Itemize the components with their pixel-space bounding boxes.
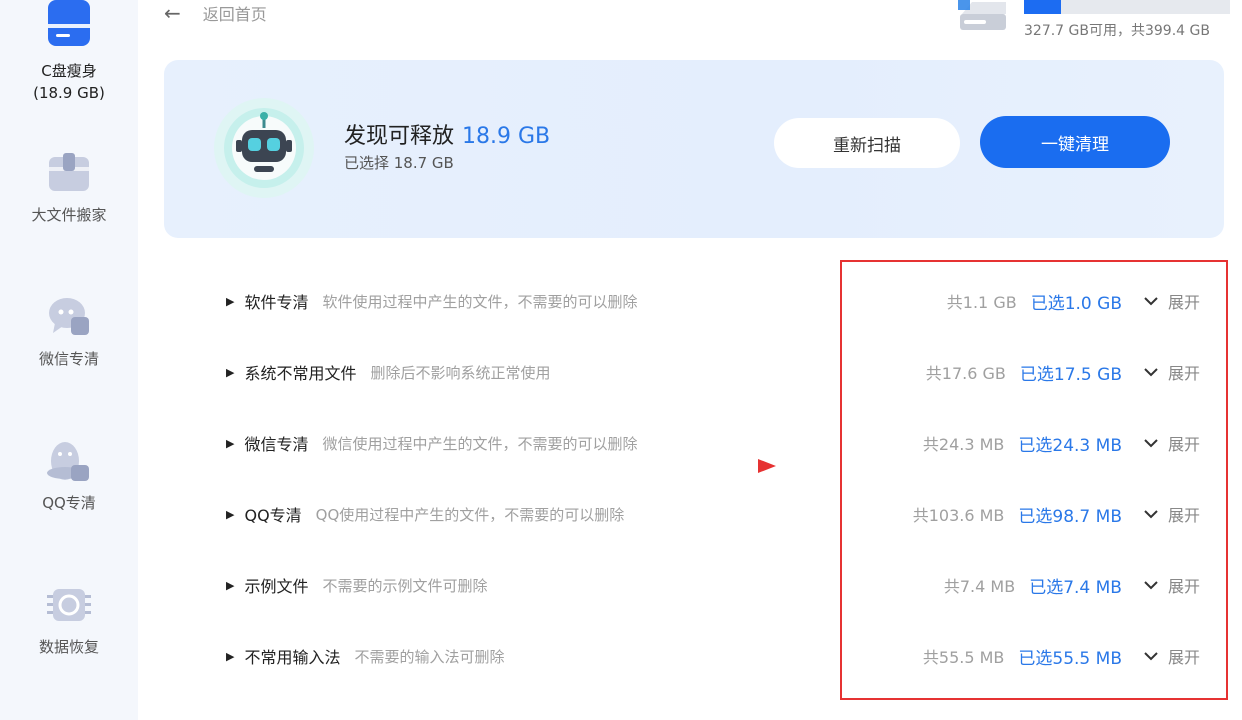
expand-triangle-icon: ▶ [226,649,235,663]
chat-icon [46,294,92,340]
expand-triangle-icon: ▶ [226,294,235,308]
category-selected-size[interactable]: 已选24.3 MB [1018,431,1122,456]
expand-button[interactable]: 展开 [1144,431,1200,455]
category-selected-size[interactable]: 已选98.7 MB [1018,502,1122,527]
category-selected-size[interactable]: 已选1.0 GB [1031,289,1122,314]
sidebar-item-label: 大文件搬家 [31,206,107,224]
penguin-icon [46,438,92,484]
category-total-size: 共7.4 MB [943,577,1016,596]
disk-usage-fill [1024,0,1062,14]
category-row: ▶ 软件专清 软件使用过程中产生的文件，不需要的可以删除 共1.1 GB 已选1.0 G… [226,286,1216,316]
expand-triangle-icon: ▶ [226,578,235,592]
selected-size: 已选择 18.7 GB [344,154,454,172]
category-selected-size[interactable]: 已选7.4 MB [1029,573,1122,598]
sidebar-item-label: 微信专清 [38,350,99,368]
hard-drive-icon [958,0,1010,34]
category-name: 不常用输入法 [244,648,341,667]
sidebar-item-label: C盘瘦身 (18.9 GB) [33,62,105,102]
category-total-size: 共1.1 GB [946,293,1017,312]
category-row: ▶ 微信专清 微信使用过程中产生的文件，不需要的可以删除 共24.3 MB 已选24.3… [226,428,1216,458]
chevron-down-icon [1144,368,1158,377]
expand-label: 展开 [1167,506,1200,525]
chevron-down-icon [1144,297,1158,306]
disk-usage-bar [1024,0,1230,14]
category-description: 删除后不影响系统正常使用 [370,363,551,382]
chip-icon [46,582,92,628]
scan-result-banner: 发现可释放 18.9 GB 已选择 18.7 GB 重新扫描 一键清理 [164,60,1224,238]
category-description: QQ使用过程中产生的文件，不需要的可以删除 [315,505,625,524]
category-toggle[interactable]: ▶ QQ专清 QQ使用过程中产生的文件，不需要的可以删除 [226,499,624,529]
back-arrow-icon: ← [164,1,181,25]
expand-label: 展开 [1167,435,1200,454]
category-toggle[interactable]: ▶ 微信专清 微信使用过程中产生的文件，不需要的可以删除 [226,428,638,458]
chevron-down-icon [1144,581,1158,590]
chevron-down-icon [1144,510,1158,519]
drive-icon [46,0,92,46]
box-icon [46,150,92,196]
category-row: ▶ 示例文件 不需要的示例文件可删除 共7.4 MB 已选7.4 MB 展开 [226,570,1216,600]
category-selected-size[interactable]: 已选17.5 GB [1020,360,1122,385]
sidebar-item-wechat-clean[interactable]: 微信专清 [0,294,138,370]
category-total-size: 共17.6 GB [925,364,1006,383]
expand-label: 展开 [1167,577,1200,596]
disk-usage: 327.7 GB可用，共399.4 GB [958,0,1232,40]
category-toggle[interactable]: ▶ 示例文件 不需要的示例文件可删除 [226,570,488,600]
expand-triangle-icon: ▶ [226,436,235,450]
expand-label: 展开 [1167,293,1200,312]
category-row: ▶ 系统不常用文件 删除后不影响系统正常使用 共17.6 GB 已选17.5 GB 展开 [226,357,1216,387]
expand-triangle-icon: ▶ [226,365,235,379]
category-total-size: 共103.6 MB [912,506,1005,525]
banner-title-prefix: 发现可释放 [344,124,455,149]
back-to-home-link[interactable]: ← 返回首页 [164,0,267,26]
sidebar-item-label: QQ专清 [42,494,96,512]
expand-button[interactable]: 展开 [1144,502,1200,526]
category-description: 不需要的示例文件可删除 [322,576,488,595]
category-total-size: 共24.3 MB [922,435,1005,454]
sidebar-item-large-file-move[interactable]: 大文件搬家 [0,150,138,226]
chevron-down-icon [1144,652,1158,661]
back-label: 返回首页 [202,5,267,24]
expand-label: 展开 [1167,364,1200,383]
chevron-down-icon [1144,439,1158,448]
releasable-size: 18.9 GB [462,124,551,149]
category-name: 微信专清 [244,435,309,454]
category-row: ▶ 不常用输入法 不需要的输入法可删除 共55.5 MB 已选55.5 MB 展开 [226,641,1216,671]
category-name: 示例文件 [244,577,309,596]
expand-button[interactable]: 展开 [1144,573,1200,597]
category-description: 不需要的输入法可删除 [354,647,505,666]
category-name: 软件专清 [244,293,309,312]
annotation-arrow-icon [188,459,776,473]
expand-button[interactable]: 展开 [1144,360,1200,384]
expand-button[interactable]: 展开 [1144,289,1200,313]
category-description: 微信使用过程中产生的文件，不需要的可以删除 [322,434,638,453]
sidebar-item-label: 数据恢复 [38,638,99,656]
sidebar-item-c-drive-slim[interactable]: C盘瘦身 (18.9 GB) [0,0,138,104]
expand-triangle-icon: ▶ [226,507,235,521]
expand-label: 展开 [1167,648,1200,667]
robot-icon [212,96,316,200]
expand-button[interactable]: 展开 [1144,644,1200,668]
category-description: 软件使用过程中产生的文件，不需要的可以删除 [322,292,638,311]
annotation-highlight-box [840,260,1228,700]
sidebar: C盘瘦身 (18.9 GB) 大文件搬家 微信专清 QQ专清 数据恢复 [0,0,138,720]
category-toggle[interactable]: ▶ 软件专清 软件使用过程中产生的文件，不需要的可以删除 [226,286,638,316]
category-name: 系统不常用文件 [244,364,357,383]
disk-usage-text: 327.7 GB可用，共399.4 GB [1024,23,1210,39]
category-toggle[interactable]: ▶ 系统不常用文件 删除后不影响系统正常使用 [226,357,551,387]
sidebar-item-qq-clean[interactable]: QQ专清 [0,438,138,514]
rescan-button[interactable]: 重新扫描 [774,118,960,168]
category-row: ▶ QQ专清 QQ使用过程中产生的文件，不需要的可以删除 共103.6 MB 已选98.… [226,499,1216,529]
category-name: QQ专清 [244,506,302,525]
category-selected-size[interactable]: 已选55.5 MB [1018,644,1122,669]
one-click-clean-button[interactable]: 一键清理 [980,116,1170,168]
banner-title: 发现可释放 18.9 GB [344,118,550,150]
category-total-size: 共55.5 MB [922,648,1005,667]
category-toggle[interactable]: ▶ 不常用输入法 不需要的输入法可删除 [226,641,505,671]
sidebar-item-data-recovery[interactable]: 数据恢复 [0,582,138,658]
